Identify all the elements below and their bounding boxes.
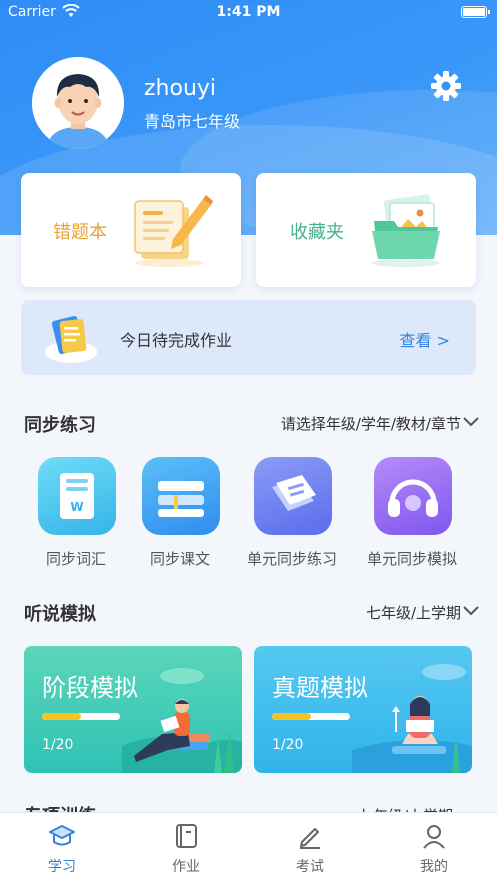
folder-illustration bbox=[372, 194, 440, 267]
unit-simulation-label: 单元同步模拟 bbox=[366, 550, 457, 568]
notebook-icon bbox=[176, 824, 197, 848]
tab-homework[interactable]: 作业 bbox=[124, 813, 248, 883]
stage-simulation-card[interactable]: 阶段模拟 1/20 bbox=[24, 646, 242, 773]
status-bar: Carrier 1:41 PM bbox=[0, 0, 497, 26]
user-class: 青岛市七年级 bbox=[144, 112, 241, 131]
past-exam-simulation-card[interactable]: 真题模拟 1/20 bbox=[254, 646, 472, 773]
todo-text: 今日待完成作业 bbox=[120, 331, 233, 350]
status-time: 1:41 PM bbox=[216, 4, 281, 20]
vocabulary-book-icon: W bbox=[38, 457, 116, 535]
tab-profile-label: 我的 bbox=[420, 859, 448, 875]
stage-progress-bar bbox=[42, 713, 120, 720]
sync-vocabulary-tile[interactable]: W 同步词汇 bbox=[16, 457, 136, 568]
homework-icon bbox=[45, 315, 97, 363]
user-icon bbox=[423, 825, 445, 849]
wrong-book-label: 错题本 bbox=[53, 222, 107, 243]
unit-simulation-tile[interactable]: 单元同步模拟 bbox=[352, 457, 472, 568]
reading-student-illustration bbox=[122, 668, 242, 773]
school-icon bbox=[49, 825, 75, 846]
sync-vocabulary-label: 同步词汇 bbox=[45, 550, 106, 568]
tab-homework-label: 作业 bbox=[172, 859, 200, 875]
avatar-boy-icon bbox=[32, 57, 124, 149]
avatar[interactable] bbox=[32, 57, 124, 149]
tab-study[interactable]: 学习 bbox=[0, 813, 124, 883]
gear-icon[interactable] bbox=[430, 70, 462, 102]
bottom-tab-bar: 学习 作业 考试 我的 bbox=[0, 812, 497, 883]
chevron-down-icon[interactable] bbox=[463, 606, 479, 616]
tab-exam[interactable]: 考试 bbox=[248, 813, 372, 883]
unit-practice-tile[interactable]: 单元同步练习 bbox=[232, 457, 352, 568]
tab-study-label: 学习 bbox=[48, 859, 76, 875]
textbook-stack-icon bbox=[142, 457, 220, 535]
past-exam-simulation-title: 真题模拟 bbox=[272, 674, 368, 702]
svg-text:W: W bbox=[70, 500, 83, 514]
todo-homework-banner[interactable]: 今日待完成作业 查看 > bbox=[21, 300, 476, 375]
stage-simulation-title: 阶段模拟 bbox=[42, 674, 138, 702]
past-exam-progress-count: 1/20 bbox=[272, 737, 304, 753]
unit-practice-icon bbox=[254, 457, 332, 535]
past-exam-progress-bar bbox=[272, 713, 350, 720]
sync-text-tile[interactable]: 同步课文 bbox=[120, 457, 240, 568]
username: zhouyi bbox=[144, 76, 217, 101]
wrong-book-illustration bbox=[134, 195, 213, 267]
headphones-icon bbox=[374, 457, 452, 535]
wrong-book-card[interactable]: 错题本 bbox=[21, 173, 241, 287]
listening-title: 听说模拟 bbox=[24, 604, 96, 625]
pencil-icon bbox=[300, 828, 320, 849]
stage-progress-count: 1/20 bbox=[42, 737, 74, 753]
sync-text-label: 同步课文 bbox=[149, 550, 210, 568]
favorites-label: 收藏夹 bbox=[290, 222, 344, 243]
sync-practice-title: 同步练习 bbox=[24, 415, 96, 436]
tab-profile[interactable]: 我的 bbox=[372, 813, 496, 883]
girl-reading-illustration bbox=[352, 664, 472, 773]
sync-filter-select[interactable]: 请选择年级/学年/教材/章节 bbox=[281, 413, 461, 434]
battery-icon bbox=[461, 6, 490, 18]
unit-practice-label: 单元同步练习 bbox=[246, 550, 337, 568]
tab-exam-label: 考试 bbox=[296, 859, 324, 875]
favorites-card[interactable]: 收藏夹 bbox=[256, 173, 476, 287]
listening-filter-select[interactable]: 七年级/上学期 bbox=[366, 602, 461, 623]
view-homework-link[interactable]: 查看 > bbox=[400, 327, 451, 351]
chevron-down-icon[interactable] bbox=[463, 417, 479, 427]
